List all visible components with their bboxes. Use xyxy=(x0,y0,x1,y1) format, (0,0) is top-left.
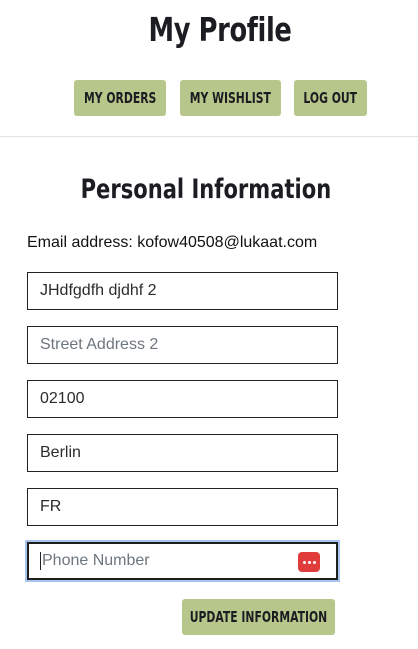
my-wishlist-label: MY WISHLIST xyxy=(189,89,272,107)
country-value: FR xyxy=(40,498,62,515)
update-information-button[interactable]: UPDATE INFORMATION xyxy=(182,599,335,635)
header-divider xyxy=(0,136,418,137)
country-input[interactable]: FR xyxy=(27,488,338,526)
my-wishlist-button[interactable]: MY WISHLIST xyxy=(180,80,281,116)
phone-number-placeholder: Phone Number xyxy=(42,552,150,569)
street-address-2-input[interactable]: Street Address 2 xyxy=(27,326,338,364)
profile-page: My Profile MY ORDERS MY WISHLIST LOG OUT… xyxy=(0,0,418,649)
log-out-label: LOG OUT xyxy=(303,89,358,107)
postal-code-value: 02100 xyxy=(40,390,85,407)
section-title-personal-information: Personal Information xyxy=(80,174,332,205)
text-caret xyxy=(40,552,41,570)
update-information-label: UPDATE INFORMATION xyxy=(189,608,328,626)
street-address-2-placeholder: Street Address 2 xyxy=(40,336,159,353)
street-address-1-value: JHdfgdfh djdhf 2 xyxy=(40,282,157,299)
my-orders-button[interactable]: MY ORDERS xyxy=(74,80,166,116)
phone-number-input[interactable]: Phone Number xyxy=(27,542,338,580)
city-input[interactable]: Berlin xyxy=(27,434,338,472)
email-address-line: Email address: kofow40508@lukaat.com xyxy=(27,234,317,252)
email-value: kofow40508@lukaat.com xyxy=(137,234,318,251)
profile-nav: MY ORDERS MY WISHLIST LOG OUT xyxy=(0,80,418,116)
postal-code-input[interactable]: 02100 xyxy=(27,380,338,418)
email-label: Email address: xyxy=(27,234,133,251)
log-out-button[interactable]: LOG OUT xyxy=(294,80,367,116)
city-value: Berlin xyxy=(40,444,81,461)
street-address-1-input[interactable]: JHdfgdfh djdhf 2 xyxy=(27,272,338,310)
password-manager-icon[interactable] xyxy=(298,552,320,572)
page-title: My Profile xyxy=(148,10,292,49)
my-orders-label: MY ORDERS xyxy=(83,89,157,107)
